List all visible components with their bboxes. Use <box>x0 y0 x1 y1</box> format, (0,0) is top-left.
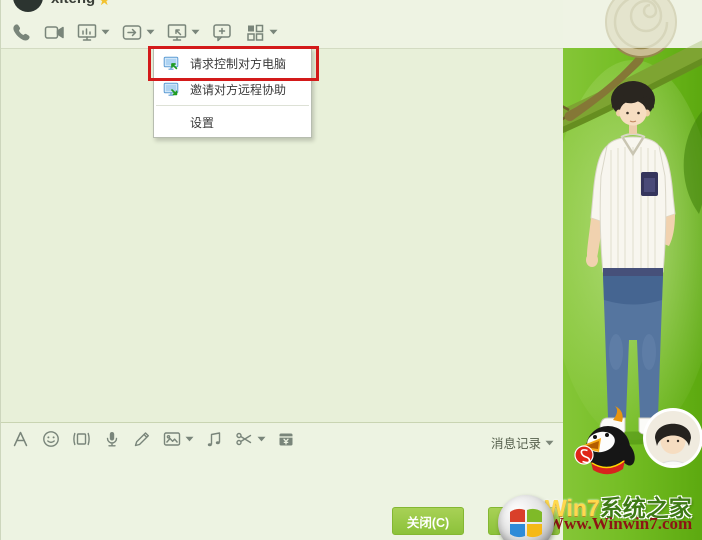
handwriting-button[interactable] <box>132 429 152 449</box>
chat-plus-icon <box>213 24 231 42</box>
monitor-request-icon <box>163 56 179 70</box>
menu-item-request-control[interactable]: 请求控制对方电脑 <box>154 50 311 76</box>
image-icon <box>163 432 181 446</box>
chevron-down-icon <box>185 436 194 442</box>
chevron-down-icon <box>101 29 110 35</box>
composer-divider <box>1 422 563 423</box>
file-transfer-button[interactable] <box>121 21 155 43</box>
file-send-icon <box>122 25 142 40</box>
pen-icon <box>134 432 149 447</box>
new-message-button[interactable] <box>211 21 233 43</box>
menu-item-label: 设置 <box>190 115 215 130</box>
chevron-down-icon <box>269 29 278 35</box>
windows-flag-icon <box>510 508 542 538</box>
menu-item-invite-assist[interactable]: 邀请对方远程协助 <box>154 76 311 102</box>
music-note-icon <box>207 432 221 447</box>
apps-button[interactable] <box>244 21 278 43</box>
qq-chat-window: xiteng ★ <box>0 0 702 540</box>
contact-name: xiteng <box>51 0 95 7</box>
vip-star-icon: ★ <box>98 0 111 8</box>
menu-item-label: 请求控制对方电脑 <box>190 56 287 71</box>
message-history-link[interactable]: 消息记录 <box>491 433 554 452</box>
composer-toolbar <box>11 429 306 449</box>
chat-toolbar <box>10 18 289 46</box>
music-button[interactable] <box>204 429 224 449</box>
phone-icon <box>13 24 30 41</box>
monitor-assist-icon <box>163 82 179 96</box>
menu-item-label: 邀请对方远程协助 <box>190 82 287 97</box>
emoji-button[interactable] <box>41 429 61 449</box>
voice-message-button[interactable] <box>102 429 122 449</box>
remote-desktop-menu: 请求控制对方电脑 邀请对方远程协助 设置 <box>153 47 312 138</box>
toolbar-fade-overlay <box>563 0 702 48</box>
contact-avatar[interactable] <box>13 0 43 12</box>
chevron-down-icon <box>146 29 155 35</box>
voice-call-button[interactable] <box>10 21 32 43</box>
remote-desktop-button[interactable] <box>166 21 200 43</box>
message-history-label: 消息记录 <box>491 437 542 451</box>
screenshot-button[interactable] <box>234 429 266 449</box>
close-button[interactable]: 关闭(C) <box>392 507 464 535</box>
qq-show-panel <box>541 0 702 540</box>
font-icon <box>13 431 28 447</box>
video-call-button[interactable] <box>43 21 65 43</box>
video-camera-icon <box>44 26 64 39</box>
shake-icon <box>73 432 90 446</box>
emoji-icon <box>43 431 59 447</box>
remote-desktop-icon <box>167 24 187 41</box>
chevron-down-icon <box>191 29 200 35</box>
scissors-icon <box>236 432 252 446</box>
screen-share-button[interactable] <box>76 21 110 43</box>
chevron-down-icon <box>545 440 554 445</box>
font-button[interactable] <box>11 429 31 449</box>
red-packet-icon <box>279 433 293 446</box>
watermark-url: Www.Winwin7.com <box>547 514 693 533</box>
chevron-down-icon <box>257 436 266 442</box>
screen-share-icon <box>77 24 97 41</box>
menu-separator <box>156 105 309 106</box>
red-packet-button[interactable] <box>276 429 296 449</box>
window-shake-button[interactable] <box>71 429 92 449</box>
menu-item-settings[interactable]: 设置 <box>154 109 311 135</box>
image-button[interactable] <box>162 429 194 449</box>
apps-grid-icon <box>247 24 264 41</box>
microphone-icon <box>106 432 118 447</box>
message-input[interactable] <box>1 456 563 504</box>
